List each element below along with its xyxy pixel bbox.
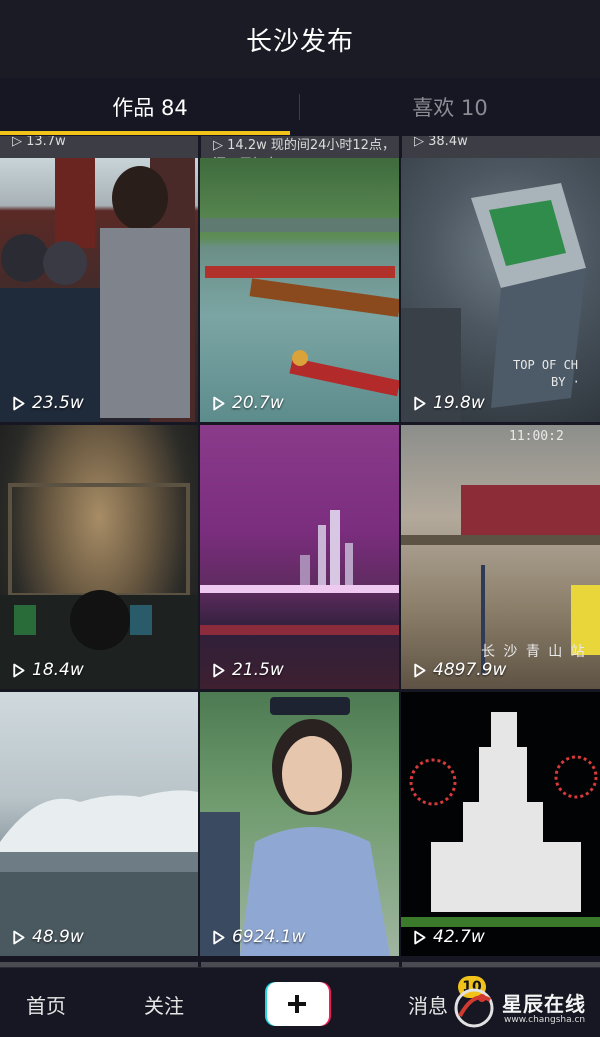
watermark-url: www.changsha.cn (504, 1015, 586, 1025)
video-thumbnail[interactable]: 42.7w (401, 692, 600, 956)
video-grid: 23.5w 20.7w TOP OF CH BY · 19.8w 18.4w 2… (0, 158, 600, 956)
video-overlay-text: TOP OF CH (513, 358, 579, 372)
partial-view-count: ▷ 14.2w 现的间24小时12点，还不用打卡 (213, 138, 395, 158)
video-thumbnail[interactable]: 23.5w (0, 158, 198, 422)
play-icon (13, 396, 25, 410)
video-thumbnail[interactable]: 20.7w (200, 158, 399, 422)
view-count: 20.7w (210, 393, 284, 413)
thumbnail-art (200, 510, 399, 635)
nav-home[interactable]: 首页 (26, 990, 66, 1019)
play-icon (13, 930, 25, 944)
video-thumbnail[interactable]: 18.4w (0, 425, 198, 689)
tab-works[interactable]: 作品 84 (0, 78, 300, 136)
profile-tabs: 作品 84 喜欢 10 (0, 78, 600, 136)
account-title: 长沙发布 (245, 26, 354, 57)
create-video-button[interactable] (265, 982, 331, 1026)
video-overlay-text: 长 沙 青 山 站 (481, 644, 585, 660)
video-thumbnail[interactable]: 6924.1w (200, 692, 399, 956)
watermark-text: 星辰在线 (502, 992, 586, 1016)
watermark-logo-icon (454, 988, 494, 1028)
watermark: 星辰在线 www.changsha.cn (452, 986, 592, 1030)
nav-messages[interactable]: 消息 (408, 990, 448, 1019)
partial-video-1[interactable]: ▷ 13.7w (0, 136, 198, 158)
thumbnail-art (0, 790, 198, 956)
play-icon (13, 663, 25, 677)
view-count: 18.4w (10, 660, 84, 680)
view-count: 21.5w (210, 660, 284, 680)
partial-video-2[interactable]: ▷ 14.2w 现的间24小时12点，还不用打卡 (201, 136, 399, 158)
partial-video-row: ▷ 13.7w ▷ 14.2w 现的间24小时12点，还不用打卡 ▷ 38.4w (0, 136, 600, 158)
view-count: 19.8w (411, 393, 485, 413)
tab-likes[interactable]: 喜欢 10 (300, 78, 600, 136)
video-thumbnail[interactable]: TOP OF CH BY · 19.8w (401, 158, 600, 422)
partial-video-3[interactable]: ▷ 38.4w (402, 136, 600, 158)
thumbnail-art (401, 712, 600, 927)
partial-view-count: ▷ 38.4w (414, 136, 468, 149)
view-count: 48.9w (10, 927, 84, 947)
play-icon (213, 396, 225, 410)
bottom-nav-bar: 首页 关注 消息 10 星辰在线 www.changsha.cn (0, 967, 600, 1037)
view-count: 42.7w (411, 927, 485, 947)
thumbnail-art (0, 483, 198, 689)
play-icon (414, 663, 426, 677)
view-count: 6924.1w (210, 927, 305, 947)
play-icon (213, 930, 225, 944)
top-header: 长沙发布 (0, 0, 600, 78)
thumbnail-art (200, 697, 390, 956)
thumbnail-art (200, 218, 399, 397)
video-overlay-text: 11:00:2 (509, 429, 564, 444)
view-count: 23.5w (10, 393, 84, 413)
video-thumbnail[interactable]: 21.5w (200, 425, 399, 689)
thumbnail-art (0, 158, 195, 422)
partial-view-count: ▷ 13.7w (12, 136, 66, 149)
play-icon (414, 396, 426, 410)
play-icon (414, 930, 426, 944)
video-thumbnail[interactable]: 48.9w (0, 692, 198, 956)
view-count: 4897.9w (411, 660, 506, 680)
active-tab-indicator (0, 131, 290, 135)
tab-divider (299, 94, 300, 120)
video-thumbnail[interactable]: 11:00:2 长 沙 青 山 站 4897.9w (401, 425, 600, 689)
video-overlay-text: BY · (551, 375, 580, 389)
play-icon (213, 663, 225, 677)
nav-follow[interactable]: 关注 (144, 990, 184, 1019)
